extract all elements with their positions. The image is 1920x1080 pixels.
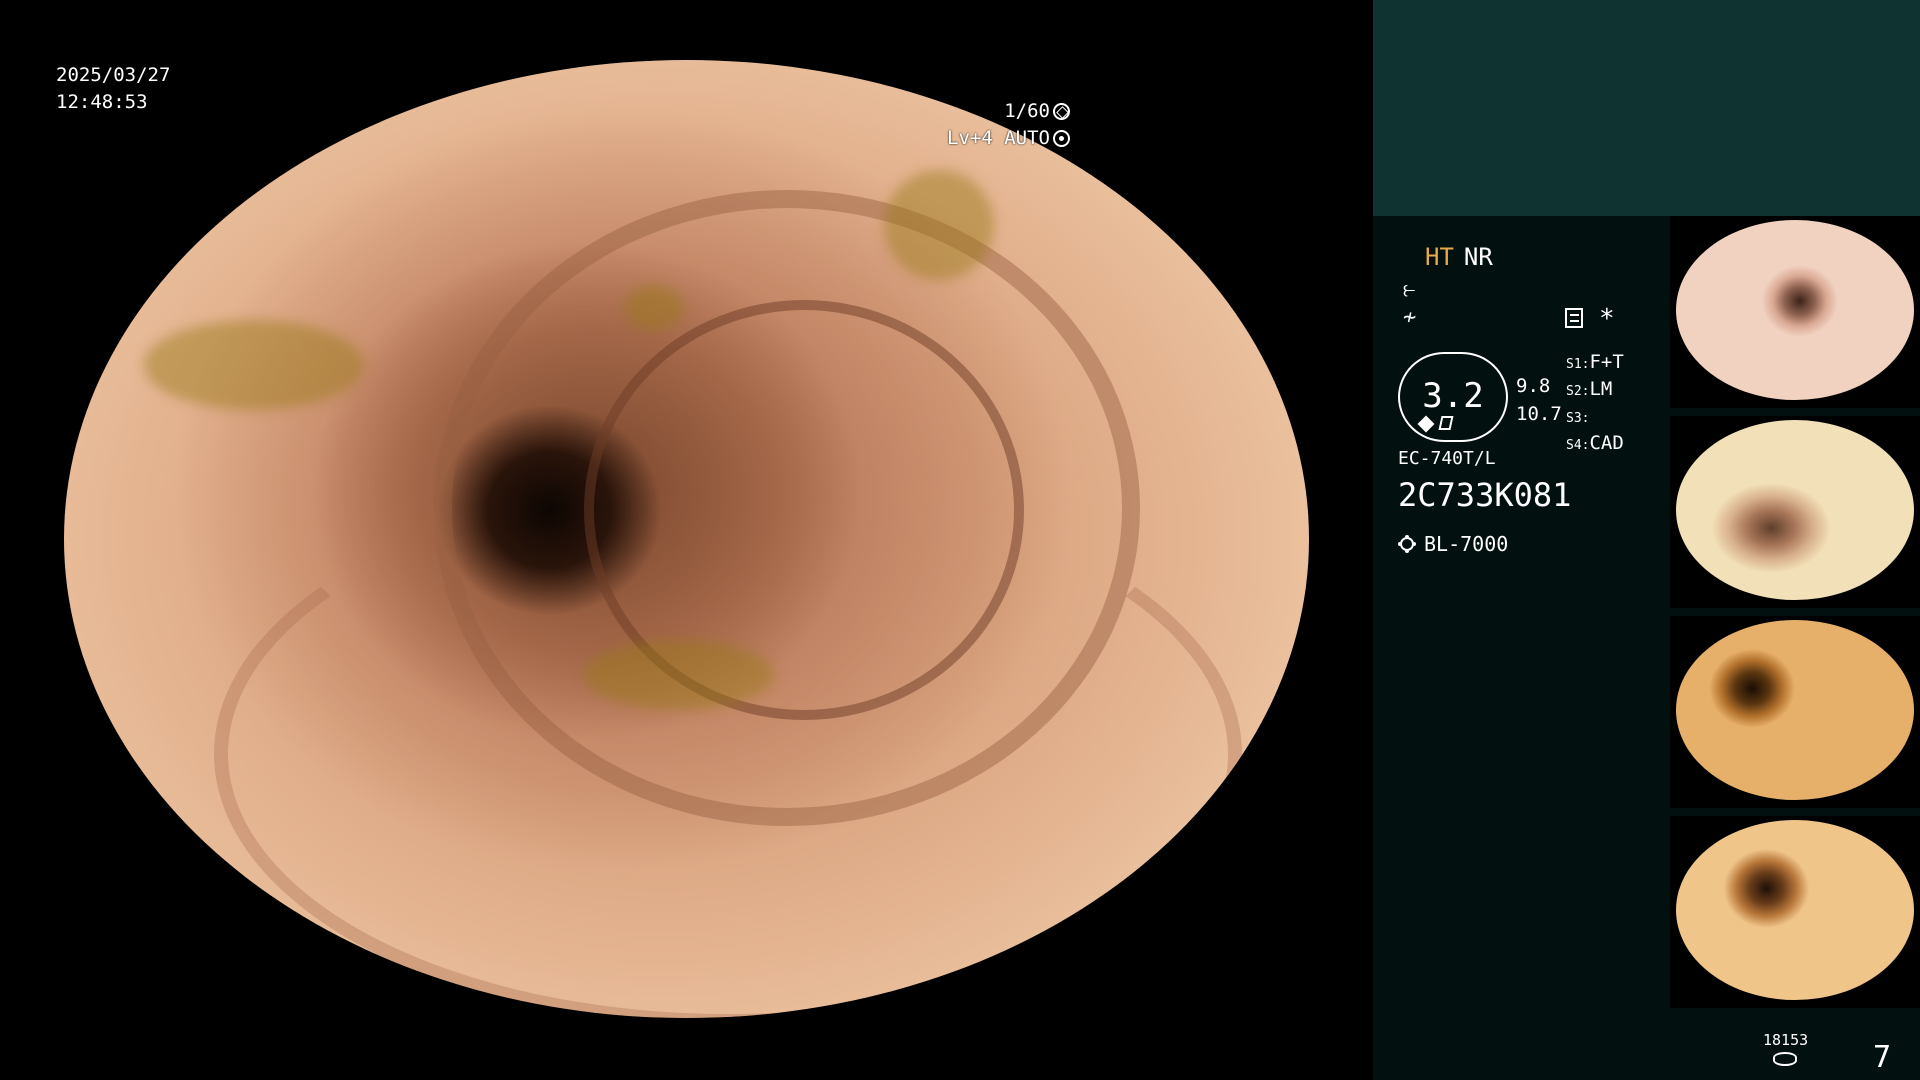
thumbnail[interactable] bbox=[1670, 416, 1920, 608]
bile-stain bbox=[144, 320, 364, 410]
image-mode: HT NR bbox=[1425, 243, 1493, 271]
zoom-badge: 3.2 bbox=[1398, 352, 1508, 442]
thumbnail[interactable] bbox=[1670, 216, 1920, 408]
thumbnail[interactable] bbox=[1670, 816, 1920, 1008]
zoom-value: 3.2 bbox=[1422, 376, 1484, 416]
mode-ht: HT bbox=[1425, 243, 1454, 271]
switch-s1: S1:F+T bbox=[1566, 351, 1624, 373]
settings-icon bbox=[1565, 308, 1583, 328]
light-source: BL-7000 bbox=[1398, 532, 1508, 556]
capture-date: 2025/03/27 bbox=[56, 64, 171, 86]
square-icon bbox=[1438, 416, 1454, 430]
frame-mask-top bbox=[0, 0, 1373, 60]
light-source-label: BL-7000 bbox=[1424, 532, 1509, 556]
storage-count: 18153 bbox=[1763, 1031, 1809, 1049]
endoscopy-screen: 2025/03/27 12:48:53 1/60 Lv+4 AUTO HT NR … bbox=[0, 0, 1920, 1080]
brightness-level: Lv+4 AUTO bbox=[947, 127, 1050, 149]
exposure-info: 1/60 Lv+4 AUTO bbox=[947, 98, 1070, 152]
thumbnail-image bbox=[1676, 820, 1914, 1000]
range-value: 9.8 bbox=[1516, 375, 1551, 397]
asterisk-indicator: * bbox=[1599, 304, 1615, 334]
gear-icon bbox=[1053, 130, 1070, 147]
scope-serial: 2C733K081 bbox=[1398, 476, 1572, 514]
thumbnail[interactable] bbox=[1670, 616, 1920, 808]
thumbnail-image bbox=[1676, 620, 1914, 800]
diamond-icon bbox=[1417, 415, 1435, 433]
switch-s4: S4:CAD bbox=[1566, 432, 1624, 454]
range-value: 10.7 bbox=[1516, 403, 1562, 425]
capture-datetime: 2025/03/27 12:48:53 bbox=[56, 62, 170, 116]
storage-disk-icon bbox=[1773, 1052, 1797, 1066]
mode-nr: NR bbox=[1463, 243, 1493, 271]
range-values: 9.8 10.7 bbox=[1516, 372, 1562, 428]
shutter-row: 1/60 bbox=[947, 98, 1070, 125]
bile-stain bbox=[624, 285, 684, 330]
patient-info-area bbox=[1373, 0, 1920, 216]
thumbnail-image bbox=[1676, 420, 1914, 600]
image-number: 7 bbox=[1873, 1040, 1892, 1075]
thumbnail-image bbox=[1676, 220, 1914, 400]
bile-stain bbox=[884, 170, 994, 280]
capture-time: 12:48:53 bbox=[56, 91, 148, 113]
color-enhance-icon: ≁ bbox=[1403, 305, 1417, 330]
mucosal-fold bbox=[214, 480, 1242, 1018]
endoscopic-image bbox=[64, 60, 1309, 1018]
endoscope-live-view: 2025/03/27 12:48:53 1/60 Lv+4 AUTO bbox=[0, 0, 1373, 1080]
status-panel: HT NR ⥼ ≁ * 3.2 9.8 10.7 S1:F+T S2:LM S3:… bbox=[1373, 0, 1920, 1080]
bile-stain bbox=[584, 640, 774, 710]
structure-enhance-icon: ⥼ bbox=[1403, 277, 1416, 302]
switch-s2: S2:LM bbox=[1566, 378, 1613, 400]
level-row: Lv+4 AUTO bbox=[947, 125, 1070, 152]
scope-model: EC-740T/L bbox=[1398, 448, 1496, 469]
switch-s3: S3: bbox=[1566, 411, 1590, 426]
shutter-speed: 1/60 bbox=[1004, 100, 1050, 122]
aperture-icon bbox=[1053, 103, 1070, 120]
frame-mask-bottom bbox=[0, 1018, 1373, 1080]
light-source-icon bbox=[1400, 537, 1414, 551]
zoom-marks bbox=[1417, 415, 1456, 433]
switch-assignments: S1:F+T S2:LM S3: S4:CAD bbox=[1566, 350, 1624, 458]
captured-thumbnails bbox=[1670, 216, 1920, 1016]
